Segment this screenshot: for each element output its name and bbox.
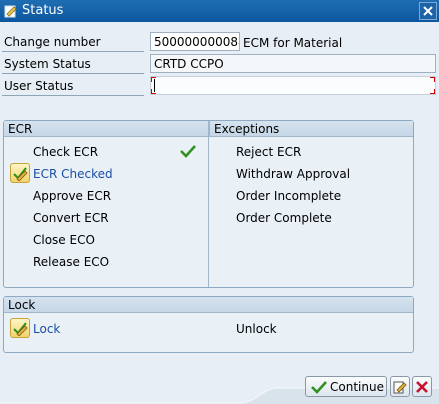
status-ecr-checked[interactable]: ECR Checked <box>33 167 113 181</box>
change-number-row: Change number 500000000088 ECM for Mater… <box>0 31 439 53</box>
status-close-eco[interactable]: Close ECO <box>33 233 95 247</box>
title-bar: Status <box>0 0 439 22</box>
status-approve-ecr[interactable]: Approve ECR <box>33 189 111 203</box>
status-check-ecr[interactable]: Check ECR <box>33 145 98 159</box>
user-status-input[interactable] <box>150 76 436 95</box>
system-status-label: System Status <box>4 57 91 71</box>
status-order-incomplete[interactable]: Order Incomplete <box>236 189 341 203</box>
close-button[interactable] <box>419 2 437 20</box>
text-cursor <box>154 79 155 92</box>
lock-group-header: Lock <box>4 297 413 313</box>
edit-button[interactable] <box>390 376 410 397</box>
change-number-label: Change number <box>4 35 101 49</box>
change-number-field: 500000000088 <box>150 32 240 51</box>
exceptions-group-header: Exceptions <box>209 121 413 137</box>
status-convert-ecr[interactable]: Convert ECR <box>33 211 109 225</box>
system-status-row: System Status CRTD CCPO <box>0 53 439 75</box>
edit-pencil-icon <box>10 318 30 338</box>
status-unlock[interactable]: Unlock <box>236 322 277 336</box>
ecr-group-header: ECR <box>4 121 208 137</box>
cancel-icon <box>416 381 428 393</box>
checkmark-icon <box>311 381 327 394</box>
cancel-button[interactable] <box>412 376 432 397</box>
continue-label: Continue <box>330 380 384 394</box>
dialog-body: Change number 500000000088 ECM for Mater… <box>0 22 439 404</box>
ecr-group: ECR Exceptions Check ECR ECR Checked App… <box>3 120 414 288</box>
continue-button[interactable]: Continue <box>305 376 387 397</box>
system-status-field: CRTD CCPO <box>150 54 436 73</box>
user-status-label: User Status <box>4 79 74 93</box>
status-order-complete[interactable]: Order Complete <box>236 211 332 225</box>
window-title: Status <box>22 3 64 18</box>
edit-status-icon <box>4 4 18 18</box>
status-release-eco[interactable]: Release ECO <box>33 255 109 269</box>
change-number-description: ECM for Material <box>243 36 343 50</box>
lock-group: Lock Lock Unlock <box>3 296 414 353</box>
status-reject-ecr[interactable]: Reject ECR <box>236 145 301 159</box>
edit-pencil-icon <box>10 163 30 183</box>
status-lock[interactable]: Lock <box>33 322 60 336</box>
status-withdraw-approval[interactable]: Withdraw Approval <box>236 167 350 181</box>
close-icon <box>423 6 433 16</box>
checkmark-icon <box>180 144 196 161</box>
edit-pencil-icon <box>393 381 407 394</box>
user-status-row: User Status <box>0 75 439 97</box>
